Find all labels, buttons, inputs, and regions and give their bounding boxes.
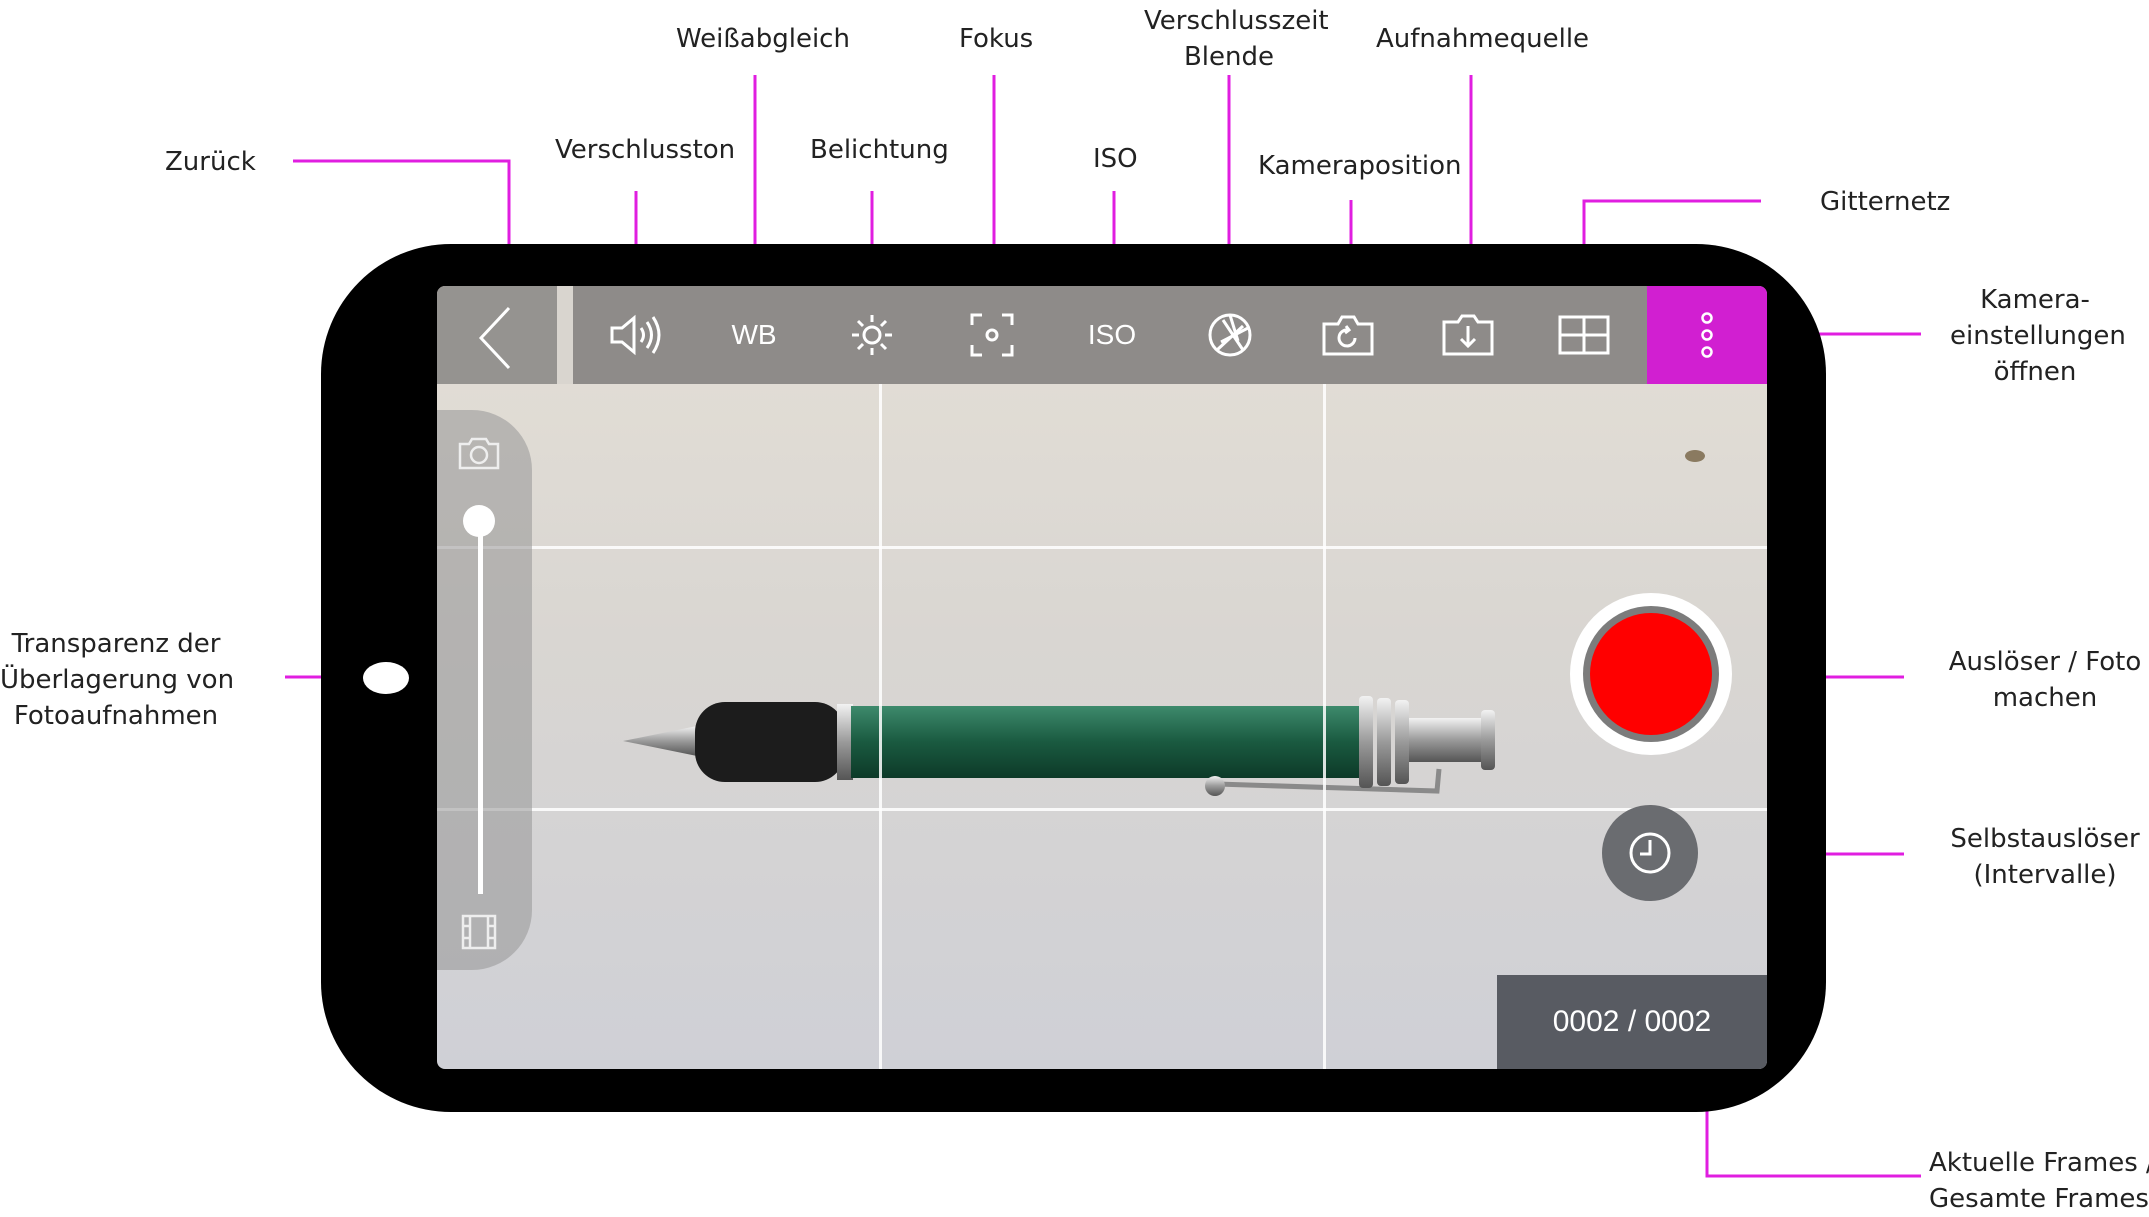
crumb-spot xyxy=(1685,450,1705,462)
transparency-handle[interactable] xyxy=(363,662,409,694)
label-frames-line2: Gesamte Frames xyxy=(1929,1184,2149,1214)
camera-rotate-icon xyxy=(1322,315,1374,356)
label-verschlusszeit-line2: Blende xyxy=(1183,42,1275,72)
capture-source-button[interactable] xyxy=(1413,286,1523,384)
timer-icon xyxy=(1629,832,1671,874)
label-verschlusszeit-line1: Verschlusszeit xyxy=(1144,6,1329,36)
aperture-icon xyxy=(1208,313,1252,357)
self-timer-button[interactable] xyxy=(1602,805,1698,901)
label-ausloeser-line1: Auslöser / Foto xyxy=(1948,647,2142,677)
label-kamera-line1: Kamera- xyxy=(1980,285,2090,315)
grid-line-h1 xyxy=(437,546,1767,549)
label-ausloeser: Auslöser / Foto machen xyxy=(1940,644,2149,716)
label-frames: Aktuelle Frames / Gesamte Frames xyxy=(1929,1145,2149,1217)
label-transparenz-line2: Überlagerung von xyxy=(0,665,235,695)
grid-button[interactable] xyxy=(1529,286,1639,384)
film-icon xyxy=(461,914,497,950)
label-kameraposition: Kameraposition xyxy=(1258,151,1462,181)
label-frames-line1: Aktuelle Frames / xyxy=(1929,1148,2149,1178)
camera-settings-button[interactable] xyxy=(1647,286,1767,384)
label-verschlusszeit: Verschlusszeit Blende xyxy=(1144,3,1329,75)
overlay-transparency-slider[interactable] xyxy=(437,410,532,970)
pen-top-stem xyxy=(1409,718,1483,762)
label-gitternetz: Gitternetz xyxy=(1820,187,1951,217)
shutter-speed-aperture-button[interactable] xyxy=(1175,286,1285,384)
shutter-ring xyxy=(1583,606,1719,742)
iso-label: ISO xyxy=(1087,319,1137,350)
label-transparenz-line1: Transparenz der xyxy=(11,629,221,659)
pen-top-ring-1 xyxy=(1359,696,1373,788)
white-balance-label: WB xyxy=(731,319,777,350)
label-fokus: Fokus xyxy=(959,24,1034,54)
grid-line-v2 xyxy=(1323,384,1326,1069)
exposure-button[interactable] xyxy=(817,286,927,384)
focus-icon xyxy=(970,313,1014,357)
grid-line-h2 xyxy=(437,808,1767,811)
sun-icon xyxy=(852,315,892,355)
slider-track xyxy=(478,518,483,894)
pen-ring xyxy=(837,704,853,780)
label-weissabgleich: Weißabgleich xyxy=(676,24,850,54)
pen-tip xyxy=(623,726,697,756)
slider-knob[interactable] xyxy=(463,505,495,537)
shutter-sound-button[interactable] xyxy=(581,286,691,384)
frame-counter-text: 0002 / 0002 xyxy=(1552,1005,1712,1038)
label-verschlusston: Verschlusston xyxy=(555,135,736,165)
camera-position-button[interactable] xyxy=(1293,286,1403,384)
label-transparenz: Transparenz der Überlagerung von Fotoauf… xyxy=(0,626,235,734)
label-ausloeser-line2: machen xyxy=(1992,683,2098,713)
label-kamera-line2: einstellungen xyxy=(1950,321,2126,351)
grid-icon xyxy=(1558,315,1610,355)
shutter-button[interactable] xyxy=(1570,593,1732,755)
focus-button[interactable] xyxy=(937,286,1047,384)
download-tray-icon xyxy=(1442,314,1494,356)
pen-top-ring-2 xyxy=(1377,698,1391,786)
label-belichtung: Belichtung xyxy=(810,135,949,165)
camera-preview-image xyxy=(623,450,1705,796)
speaker-icon xyxy=(610,314,661,356)
label-selbst-line2: (Intervalle) xyxy=(1973,860,2117,890)
label-aufnahmequelle: Aufnahmequelle xyxy=(1376,24,1590,54)
label-zurueck: Zurück xyxy=(165,147,256,177)
camera-viewfinder[interactable]: WB ISO 0002 / 0002 xyxy=(437,286,1767,1069)
pen-button xyxy=(1481,710,1495,770)
back-chevron-icon xyxy=(478,306,511,370)
iso-button[interactable]: ISO xyxy=(1057,286,1167,384)
more-dots-icon xyxy=(1701,312,1713,358)
pen-barrel xyxy=(851,706,1361,778)
frame-counter: 0002 / 0002 xyxy=(1497,975,1767,1069)
camera-toolbar: WB ISO xyxy=(437,286,1767,384)
label-selbstausloeser: Selbstauslöser (Intervalle) xyxy=(1940,821,2149,893)
pen-top-ring-3 xyxy=(1395,700,1409,784)
label-iso: ISO xyxy=(1093,144,1138,174)
pen-grip xyxy=(695,702,845,782)
label-kamera-einstellungen: Kamera- einstellungen öffnen xyxy=(1950,282,2126,390)
pen-clip-end xyxy=(1205,776,1225,796)
back-button[interactable] xyxy=(437,286,573,384)
white-balance-button[interactable]: WB xyxy=(699,286,809,384)
label-kamera-line3: öffnen xyxy=(1993,357,2077,387)
shutter-core xyxy=(1590,613,1712,735)
label-transparenz-line3: Fotoaufnahmen xyxy=(13,701,219,731)
label-selbst-line1: Selbstauslöser xyxy=(1950,824,2140,854)
camera-icon xyxy=(458,437,500,470)
grid-line-v1 xyxy=(879,384,882,1069)
